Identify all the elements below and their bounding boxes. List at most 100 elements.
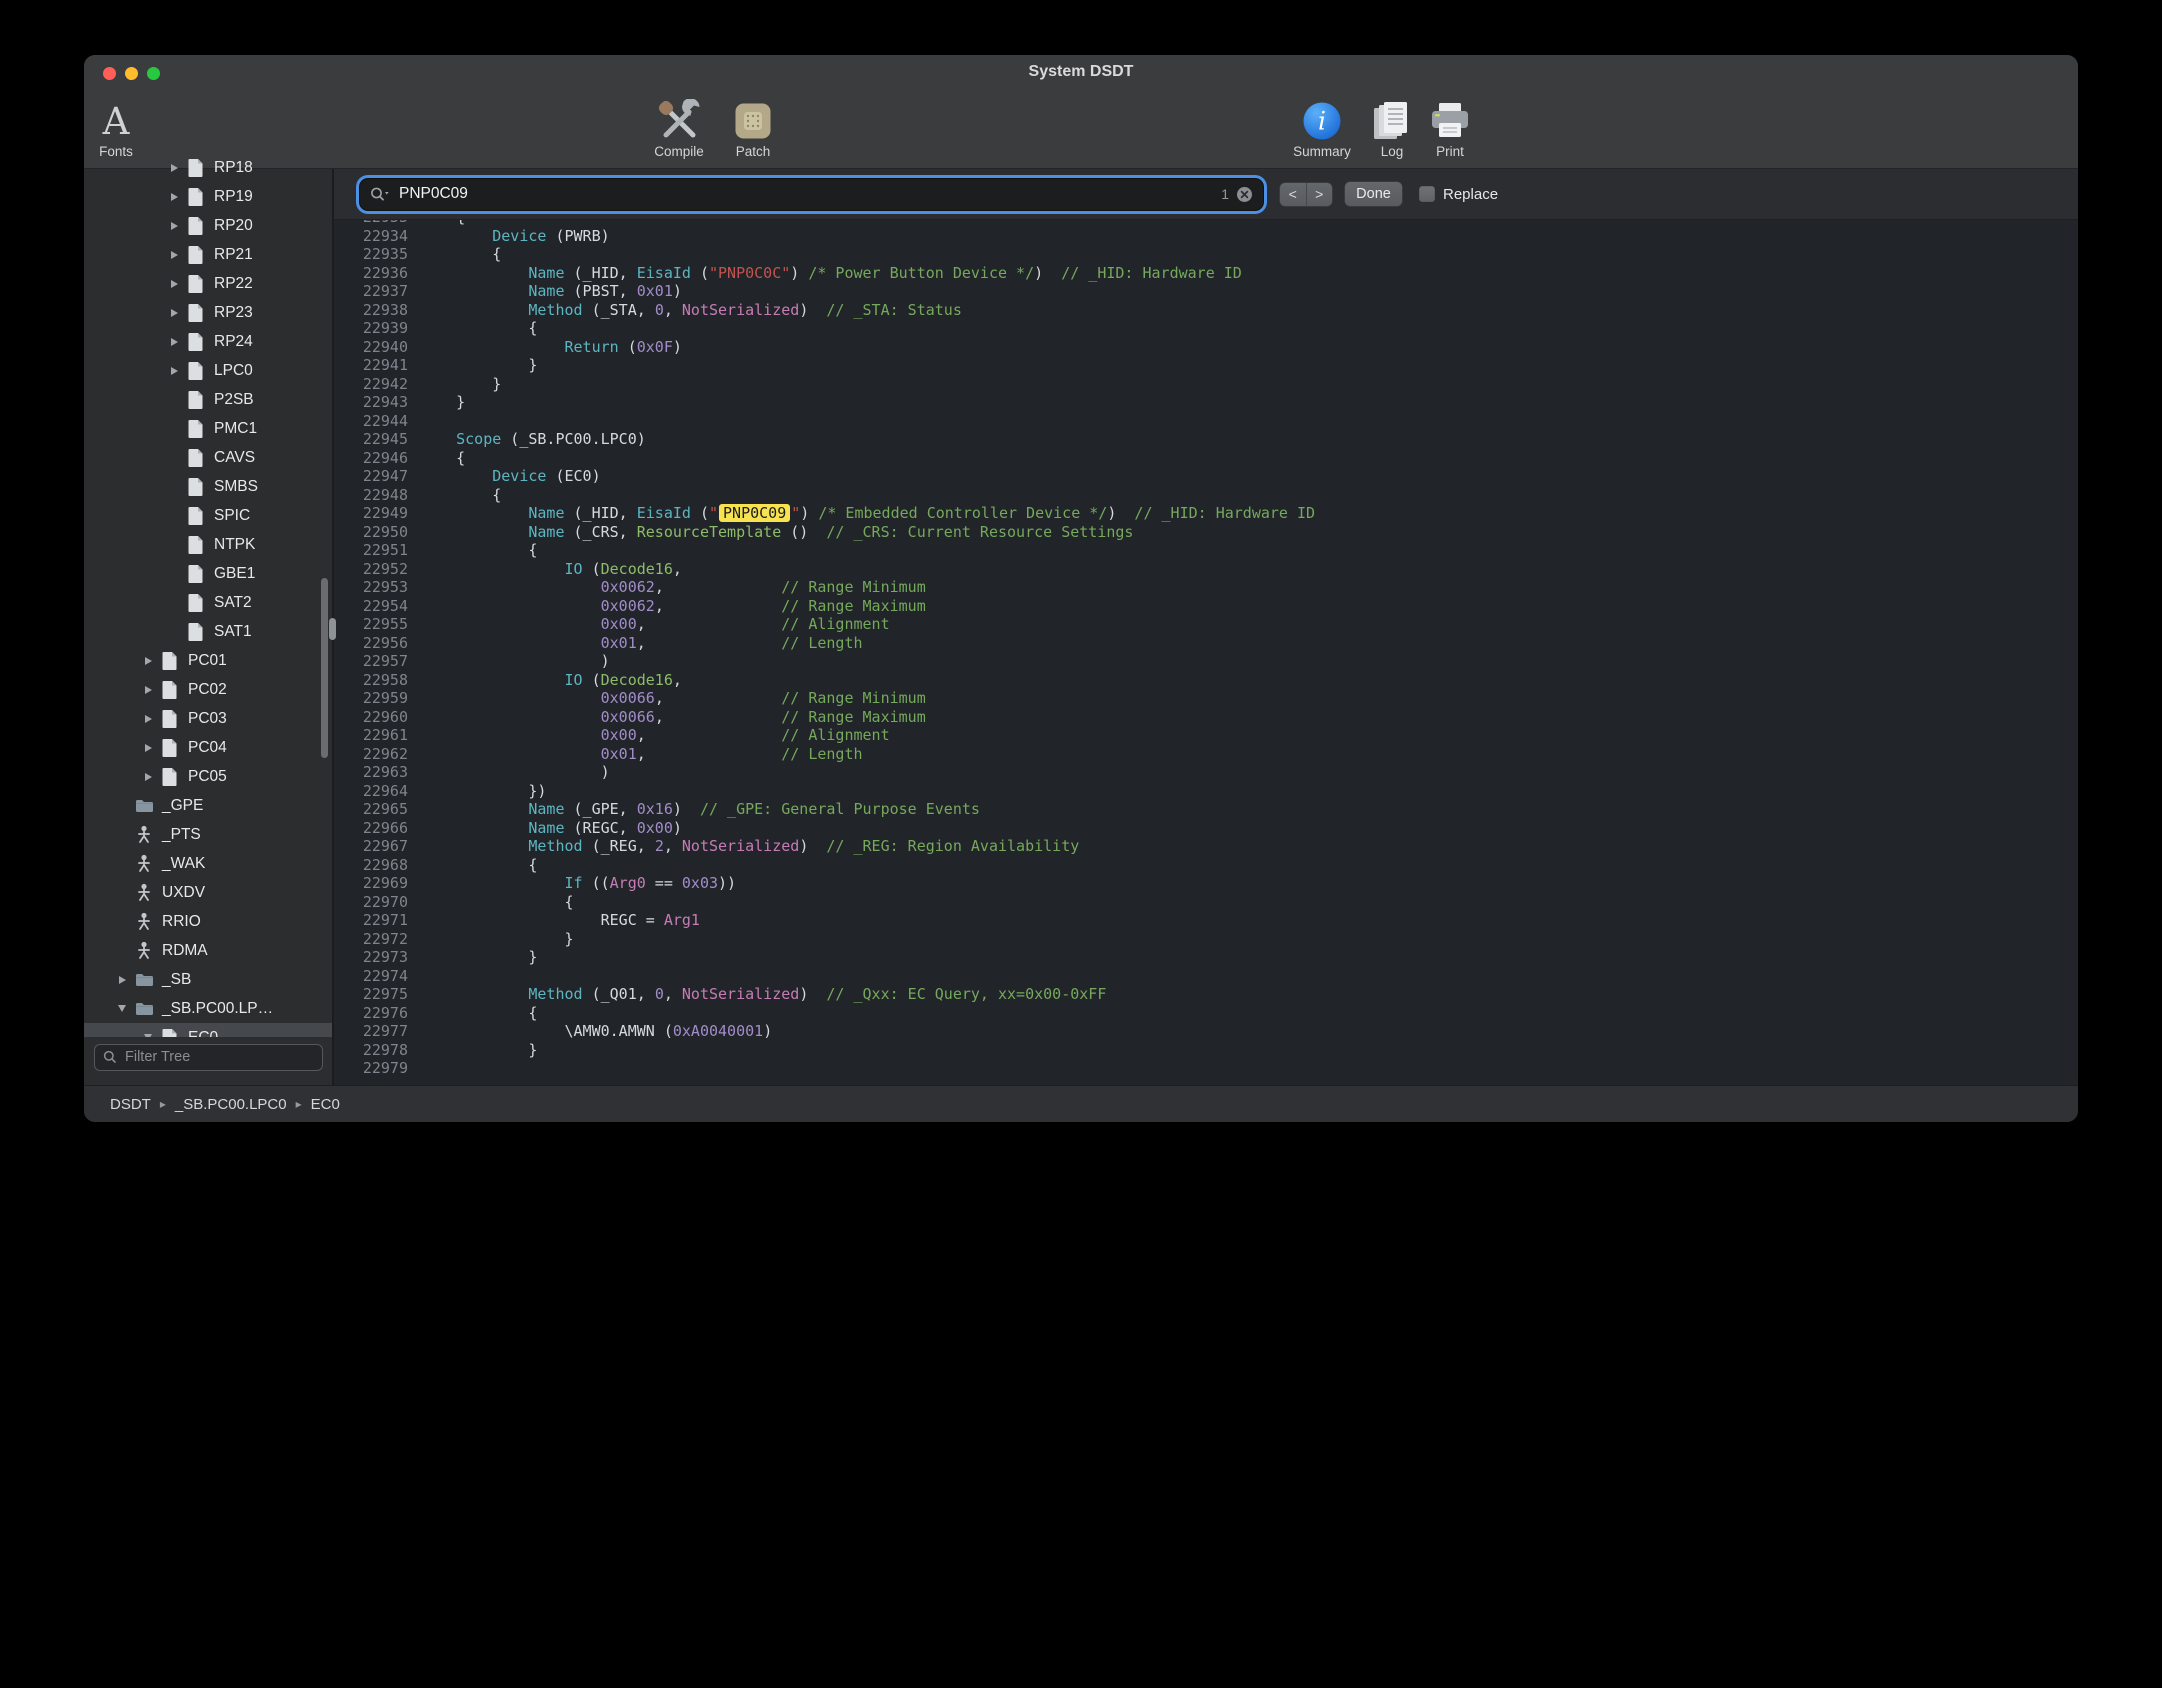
patch-bandaid-icon [733, 99, 773, 143]
filter-tree-bar [84, 1037, 332, 1085]
sidebar-item-rp22[interactable]: RP22 [84, 269, 332, 298]
doc-icon [184, 274, 208, 294]
line-number: 22966 [334, 819, 408, 838]
sidebar-item-rdma[interactable]: RDMA [84, 936, 332, 965]
sidebar-item-pc05[interactable]: PC05 [84, 762, 332, 791]
sidebar-item-sat2[interactable]: SAT2 [84, 588, 332, 617]
sidebar-item-pc01[interactable]: PC01 [84, 646, 332, 675]
breadcrumb-item[interactable]: _SB.PC00.LPC0 [175, 1096, 287, 1113]
disclosure-right-icon[interactable] [138, 744, 158, 752]
clear-search-icon[interactable] [1236, 186, 1253, 203]
code-editor[interactable]: 22933 {22934 Device (PWRB)22935 {22936 N… [334, 220, 2078, 1085]
disclosure-right-icon[interactable] [164, 280, 184, 288]
folder-icon [132, 798, 156, 813]
disclosure-right-icon[interactable] [164, 251, 184, 259]
disclosure-right-icon[interactable] [164, 222, 184, 230]
sidebar-item--gpe[interactable]: _GPE [84, 791, 332, 820]
fonts-button[interactable]: A Fonts [86, 99, 146, 159]
divider-grip-icon[interactable] [329, 618, 336, 640]
breadcrumb-item[interactable]: DSDT [110, 1096, 151, 1113]
replace-checkbox[interactable] [1419, 186, 1435, 202]
line-number: 22957 [334, 652, 408, 671]
sidebar-item-rp18[interactable]: RP18 [84, 153, 332, 182]
disclosure-right-icon[interactable] [164, 338, 184, 346]
disclosure-right-icon[interactable] [164, 164, 184, 172]
sidebar-item-cavs[interactable]: CAVS [84, 443, 332, 472]
sidebar-item-sat1[interactable]: SAT1 [84, 617, 332, 646]
line-number: 22977 [334, 1022, 408, 1041]
code-text: { [420, 893, 574, 912]
code-text: Method (_REG, 2, NotSerialized) // _REG:… [420, 837, 1079, 856]
sidebar-item-gbe1[interactable]: GBE1 [84, 559, 332, 588]
sidebar-item--sb[interactable]: _SB [84, 965, 332, 994]
tree-item-label: PC04 [188, 739, 227, 757]
summary-button[interactable]: i Summary [1290, 99, 1354, 159]
code-text: IO (Decode16, [420, 671, 682, 690]
sidebar-item-smbs[interactable]: SMBS [84, 472, 332, 501]
compile-button[interactable]: Compile [642, 99, 716, 159]
line-number: 22938 [334, 301, 408, 320]
sidebar-scrollbar[interactable] [321, 578, 328, 758]
patch-button[interactable]: Patch [716, 99, 790, 159]
sidebar-item-pc04[interactable]: PC04 [84, 733, 332, 762]
editor-pane: 1 < > Done Replace 22933 [334, 169, 2078, 1085]
filter-tree-field[interactable] [94, 1044, 323, 1071]
tree-item-label: _SB.PC00.LP… [162, 1000, 273, 1018]
sidebar-item-rp23[interactable]: RP23 [84, 298, 332, 327]
code-line: 22958 IO (Decode16, [334, 671, 2078, 690]
doc-icon [158, 709, 182, 729]
tree-item-label: PC05 [188, 768, 227, 786]
log-button[interactable]: Log [1365, 99, 1419, 159]
breadcrumb-item[interactable]: EC0 [311, 1096, 340, 1113]
line-number: 22969 [334, 874, 408, 893]
sidebar-item-ntpk[interactable]: NTPK [84, 530, 332, 559]
sidebar-item-rp19[interactable]: RP19 [84, 182, 332, 211]
disclosure-right-icon[interactable] [138, 657, 158, 665]
sidebar-item-pc02[interactable]: PC02 [84, 675, 332, 704]
sidebar-item--sb-pc00-lp-[interactable]: _SB.PC00.LP… [84, 994, 332, 1023]
code-text: Device (PWRB) [420, 227, 610, 246]
find-previous-button[interactable]: < [1280, 183, 1306, 206]
code-text: Device (EC0) [420, 467, 601, 486]
code-text: } [420, 1041, 537, 1060]
code-text: Return (0x0F) [420, 338, 682, 357]
disclosure-right-icon[interactable] [138, 686, 158, 694]
sidebar-item-rrio[interactable]: RRIO [84, 907, 332, 936]
sidebar-item-pc03[interactable]: PC03 [84, 704, 332, 733]
code-text: 0x0066, // Range Maximum [420, 708, 926, 727]
search-icon [103, 1050, 117, 1064]
find-next-button[interactable]: > [1307, 183, 1333, 206]
tree-item-label: RP21 [214, 246, 253, 264]
sidebar-item--wak[interactable]: _WAK [84, 849, 332, 878]
line-number: 22952 [334, 560, 408, 579]
sidebar-item-ec0[interactable]: EC0 [84, 1023, 332, 1037]
search-input[interactable] [397, 184, 1214, 204]
doc-icon [184, 216, 208, 236]
disclosure-down-icon[interactable] [112, 1005, 132, 1012]
search-menu-icon[interactable] [370, 187, 390, 201]
disclosure-right-icon[interactable] [164, 193, 184, 201]
print-button[interactable]: Print [1423, 99, 1477, 159]
disclosure-right-icon[interactable] [164, 367, 184, 375]
doc-icon [184, 448, 208, 468]
sidebar-item--pts[interactable]: _PTS [84, 820, 332, 849]
sidebar-item-p2sb[interactable]: P2SB [84, 385, 332, 414]
disclosure-right-icon[interactable] [112, 976, 132, 984]
filter-tree-input[interactable] [123, 1048, 314, 1066]
sidebar-item-rp24[interactable]: RP24 [84, 327, 332, 356]
tree-item-label: RP19 [214, 188, 253, 206]
sidebar-item-rp21[interactable]: RP21 [84, 240, 332, 269]
code-line: 22936 Name (_HID, EisaId ("PNP0C0C") /* … [334, 264, 2078, 283]
sidebar-item-lpc0[interactable]: LPC0 [84, 356, 332, 385]
disclosure-right-icon[interactable] [138, 773, 158, 781]
search-field[interactable]: 1 [360, 179, 1263, 210]
disclosure-right-icon[interactable] [164, 309, 184, 317]
code-line: 22951 { [334, 541, 2078, 560]
sidebar-item-rp20[interactable]: RP20 [84, 211, 332, 240]
sidebar-item-uxdv[interactable]: UXDV [84, 878, 332, 907]
sidebar-item-pmc1[interactable]: PMC1 [84, 414, 332, 443]
done-button[interactable]: Done [1345, 182, 1402, 206]
sidebar-item-spic[interactable]: SPIC [84, 501, 332, 530]
disclosure-right-icon[interactable] [138, 715, 158, 723]
code-text: ) [420, 763, 610, 782]
